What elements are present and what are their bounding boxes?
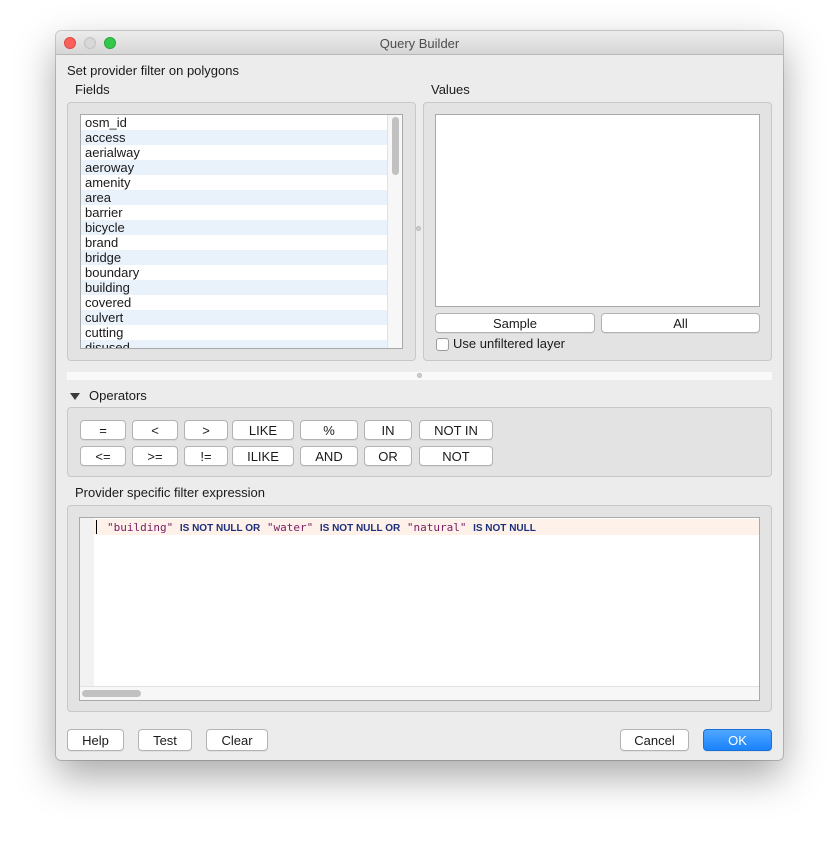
vertical-splitter-handle[interactable]	[416, 226, 421, 231]
title-bar[interactable]: Query Builder	[56, 31, 783, 55]
values-list[interactable]	[435, 114, 760, 307]
fields-scrollbar-thumb[interactable]	[392, 117, 399, 175]
sample-button[interactable]: Sample	[435, 313, 595, 333]
fields-list-item[interactable]: cutting	[81, 325, 389, 340]
sql-field-string: "water"	[266, 521, 314, 534]
fields-list-item[interactable]: area	[81, 190, 389, 205]
operator-button[interactable]: =	[80, 420, 126, 440]
values-label: Values	[431, 82, 470, 97]
sql-keyword: IS NOT NULL OR	[319, 523, 401, 534]
sql-keyword: IS NOT NULL OR	[179, 523, 261, 534]
operators-label: Operators	[89, 388, 147, 403]
ok-button[interactable]: OK	[703, 729, 772, 751]
fields-rows: osm_id access aerialway aeroway amenity area b…	[81, 115, 402, 348]
query-builder-window: Query Builder Set provider filter on pol…	[56, 31, 783, 760]
operators-group	[67, 407, 772, 477]
operator-button[interactable]: NOT IN	[419, 420, 493, 440]
fields-list-item[interactable]: boundary	[81, 265, 389, 280]
all-button[interactable]: All	[601, 313, 760, 333]
operator-button[interactable]: <=	[80, 446, 126, 466]
cancel-button[interactable]: Cancel	[620, 729, 689, 751]
operator-button[interactable]: ILIKE	[232, 446, 294, 466]
fields-list[interactable]: osm_id access aerialway aeroway amenity area b…	[80, 114, 403, 349]
fields-list-item[interactable]: aerialway	[81, 145, 389, 160]
operator-button[interactable]: <	[132, 420, 178, 440]
collapse-triangle-icon[interactable]	[70, 393, 80, 400]
fields-list-item[interactable]: bridge	[81, 250, 389, 265]
fields-list-item[interactable]: amenity	[81, 175, 389, 190]
operator-button[interactable]: >=	[132, 446, 178, 466]
fields-list-item[interactable]: access	[81, 130, 389, 145]
test-button[interactable]: Test	[138, 729, 192, 751]
fields-list-item[interactable]: building	[81, 280, 389, 295]
editor-gutter	[80, 518, 94, 700]
fields-list-item[interactable]: disused	[81, 340, 389, 348]
clear-button[interactable]: Clear	[206, 729, 268, 751]
window-title: Query Builder	[379, 36, 460, 51]
fields-list-item[interactable]: aeroway	[81, 160, 389, 175]
expression-label: Provider specific filter expression	[75, 485, 266, 500]
fields-list-item[interactable]: osm_id	[81, 115, 389, 130]
operator-button[interactable]: LIKE	[232, 420, 294, 440]
set-filter-label: Set provider filter on polygons	[67, 63, 239, 78]
sql-keyword: IS NOT NULL	[473, 523, 536, 534]
operator-button[interactable]: IN	[364, 420, 412, 440]
sql-field-string: "natural"	[406, 521, 467, 534]
operator-button[interactable]: %	[300, 420, 358, 440]
operator-button[interactable]: OR	[364, 446, 412, 466]
editor-horizontal-scrollbar[interactable]	[80, 686, 759, 700]
fields-list-item[interactable]: bicycle	[81, 220, 389, 235]
horizontal-splitter-handle[interactable]	[417, 373, 422, 378]
fields-list-item[interactable]: brand	[81, 235, 389, 250]
operator-button[interactable]: NOT	[419, 446, 493, 466]
operator-button[interactable]: >	[184, 420, 228, 440]
use-unfiltered-checkbox[interactable]	[436, 338, 449, 351]
fields-label: Fields	[75, 82, 110, 97]
fields-list-item[interactable]: barrier	[81, 205, 389, 220]
help-button[interactable]: Help	[67, 729, 124, 751]
fields-list-item[interactable]: covered	[81, 295, 389, 310]
editor-scrollbar-thumb[interactable]	[82, 690, 141, 697]
sql-field-string: "building"	[107, 521, 174, 534]
sql-expression-editor[interactable]: "building" IS NOT NULL OR "water" IS NOT…	[79, 517, 760, 701]
horizontal-splitter[interactable]	[67, 372, 772, 380]
expression-code-line[interactable]: "building" IS NOT NULL OR "water" IS NOT…	[107, 521, 536, 534]
fields-scrollbar[interactable]	[387, 115, 402, 348]
operator-button[interactable]: !=	[184, 446, 228, 466]
use-unfiltered-label: Use unfiltered layer	[453, 336, 565, 351]
operator-button[interactable]: AND	[300, 446, 358, 466]
text-caret	[96, 520, 97, 534]
fields-list-item[interactable]: culvert	[81, 310, 389, 325]
